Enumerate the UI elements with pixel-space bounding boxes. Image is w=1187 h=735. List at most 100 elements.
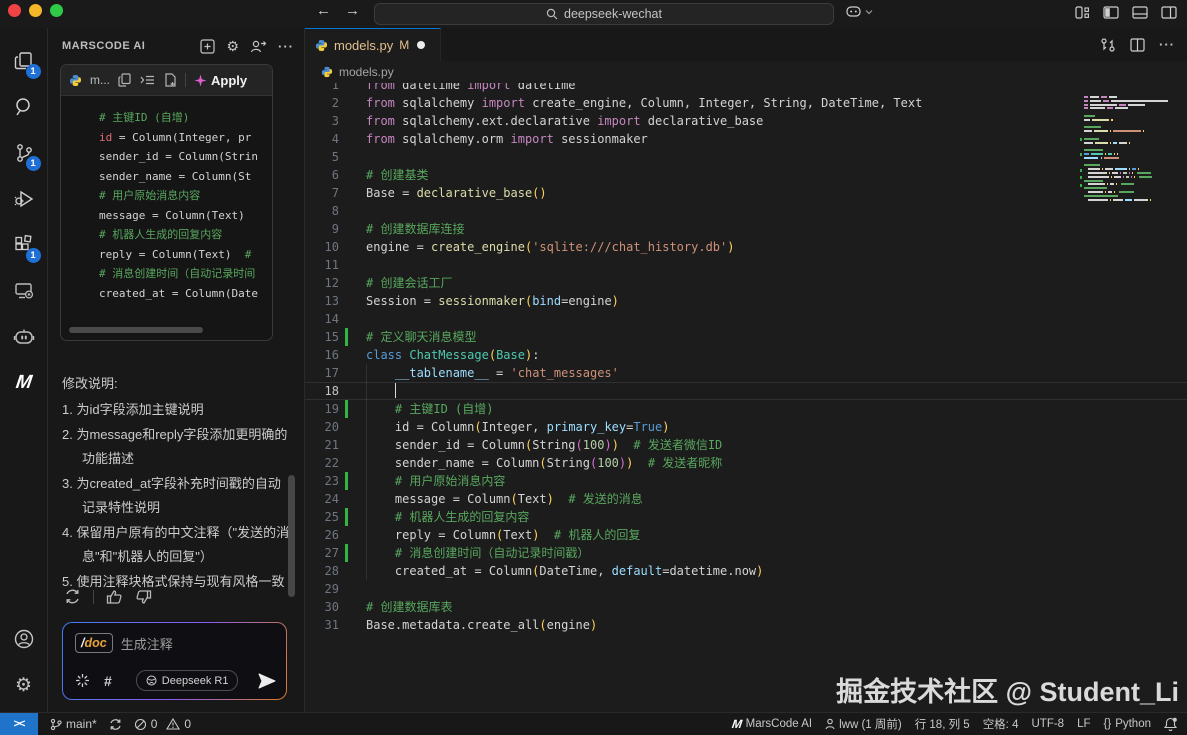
toolbar-divider [185, 73, 186, 87]
copy-icon[interactable] [118, 73, 131, 87]
forward-arrow-icon[interactable]: → [345, 2, 360, 19]
send-icon[interactable] [258, 673, 276, 689]
insert-code-icon[interactable] [140, 74, 155, 87]
remote-indicator[interactable]: >< [0, 713, 38, 735]
ai-input-text[interactable]: 生成注释 [121, 634, 173, 653]
breadcrumb[interactable]: models.py [305, 61, 1187, 83]
regenerate-icon[interactable] [64, 588, 81, 605]
copilot-icon [846, 5, 863, 19]
notes-list: 为id字段添加主键说明为message和reply字段添加更明确的功能描述为cr… [62, 398, 292, 594]
eol-indicator[interactable]: LF [1077, 718, 1090, 730]
git-blame-indicator[interactable]: lww (1 周前) [825, 716, 902, 732]
editor-group: models.py M ··· [305, 28, 1187, 712]
toggle-primary-sidebar-icon[interactable] [1103, 6, 1119, 19]
run-debug-icon [13, 188, 35, 210]
indentation-indicator[interactable]: 空格: 4 [983, 716, 1019, 732]
card-code-line: sender_id = Column(Strin [99, 147, 272, 167]
toggle-panel-icon[interactable] [1132, 6, 1148, 19]
explorer-badge: 1 [26, 64, 41, 79]
code-line: 25 # 机器人生成的回复内容 [305, 508, 1187, 526]
settings-button[interactable]: ⚙ [0, 662, 48, 708]
share-profile-icon[interactable] [250, 39, 267, 53]
code-line: 8 [305, 202, 1187, 220]
thumbs-up-icon[interactable] [106, 589, 123, 605]
sidebar-scrollbar[interactable] [288, 475, 295, 597]
back-arrow-icon[interactable]: ← [316, 2, 331, 19]
card-horizontal-scrollbar[interactable] [69, 327, 203, 333]
marscode-label: MarsCode AI [746, 718, 812, 730]
minimize-window-button[interactable] [29, 4, 42, 17]
sidebar-item-source-control[interactable]: 1 [0, 130, 48, 176]
marscode-logo-icon: M [14, 372, 33, 394]
code-line: 29 [305, 580, 1187, 598]
code-lines: 1from datetime import datetime2from sqla… [305, 83, 1187, 634]
ai-code-card-toolbar: m... [61, 65, 272, 96]
apply-button[interactable]: Apply [194, 73, 247, 88]
statusbar-marscode[interactable]: M MarsCode AI [732, 717, 812, 731]
customize-layout-icon[interactable] [1075, 6, 1090, 19]
context-hash-icon[interactable]: # [104, 673, 112, 689]
warning-icon [166, 718, 180, 730]
sidebar-item-marscode[interactable]: M [0, 360, 48, 406]
python-file-icon [315, 39, 328, 52]
card-code-line: # 用户原始消息内容 [99, 186, 272, 206]
accounts-button[interactable] [0, 616, 48, 662]
code-line: 22 sender_name = Column(String(100)) # 发… [305, 454, 1187, 472]
sidebar-item-ai-bot[interactable] [0, 314, 48, 360]
tab-models-py[interactable]: models.py M [305, 28, 441, 61]
code-editor[interactable]: 1from datetime import datetime2from sqla… [305, 83, 1187, 712]
close-window-button[interactable] [8, 4, 21, 17]
python-file-icon [321, 66, 333, 78]
unsaved-dot-icon[interactable] [417, 41, 425, 49]
language-indicator[interactable]: {} Python [1104, 718, 1152, 730]
sidebar-item-explorer[interactable]: 1 [0, 38, 48, 84]
copilot-menu[interactable] [846, 5, 873, 19]
open-changes-icon[interactable] [1100, 37, 1116, 53]
code-line: 20 id = Column(Integer, primary_key=True… [305, 418, 1187, 436]
code-line: 16class ChatMessage(Base): [305, 346, 1187, 364]
apply-label: Apply [211, 73, 247, 88]
minimap[interactable] [1080, 85, 1173, 203]
command-center-search[interactable]: deepseek-wechat [374, 3, 834, 25]
code-line: 11 [305, 256, 1187, 274]
panel-more-icon[interactable]: ··· [278, 39, 294, 54]
gear-icon: ⚙ [15, 674, 32, 697]
tab-git-status: M [399, 38, 409, 52]
note-item: 为id字段添加主键说明 [62, 398, 292, 422]
sidebar-item-search[interactable] [0, 84, 48, 130]
magic-icon[interactable] [75, 673, 90, 688]
code-line: 4from sqlalchemy.orm import sessionmaker [305, 130, 1187, 148]
split-editor-icon[interactable] [1130, 38, 1145, 52]
new-chat-icon[interactable] [200, 39, 215, 54]
indent-guide [366, 364, 367, 580]
sidebar-item-remote-explorer[interactable] [0, 268, 48, 314]
cursor-position[interactable]: 行 18, 列 5 [915, 716, 970, 732]
problems-indicator[interactable]: 0 0 [134, 717, 191, 731]
branch-indicator[interactable]: main* [50, 717, 97, 731]
ai-input-box[interactable]: /doc 生成注释 # Deepseek R [62, 622, 287, 700]
tab-bar: models.py M ··· [305, 28, 1187, 61]
toggle-secondary-sidebar-icon[interactable] [1161, 6, 1177, 19]
maximize-window-button[interactable] [50, 4, 63, 17]
encoding-indicator[interactable]: UTF-8 [1031, 718, 1064, 730]
sync-button[interactable] [109, 718, 122, 731]
ai-suggested-code[interactable]: # 主键ID (自增)id = Column(Integer, prsender… [61, 96, 272, 303]
blame-author-icon [825, 718, 835, 730]
editor-more-icon[interactable]: ··· [1159, 37, 1175, 52]
watermark-text: 掘金技术社区 @ Student_Li [836, 670, 1179, 709]
notifications-bell-icon[interactable] [1164, 717, 1177, 731]
code-line: 18 [305, 382, 1187, 400]
source-control-badge: 1 [26, 156, 41, 171]
python-file-icon [69, 74, 82, 87]
sidebar-item-extensions[interactable]: 1 [0, 222, 48, 268]
new-file-icon[interactable] [164, 73, 177, 87]
model-selector[interactable]: Deepseek R1 [136, 670, 239, 691]
code-line: 15# 定义聊天消息模型 [305, 328, 1187, 346]
language-label: Python [1115, 718, 1151, 730]
thumbs-down-icon[interactable] [135, 589, 152, 605]
doc-command-chip[interactable]: /doc [75, 633, 113, 653]
code-line: 12# 创建会话工厂 [305, 274, 1187, 292]
panel-settings-gear-icon[interactable]: ⚙ [226, 38, 239, 55]
sidebar-item-run-debug[interactable] [0, 176, 48, 222]
breadcrumb-file[interactable]: models.py [339, 65, 394, 79]
